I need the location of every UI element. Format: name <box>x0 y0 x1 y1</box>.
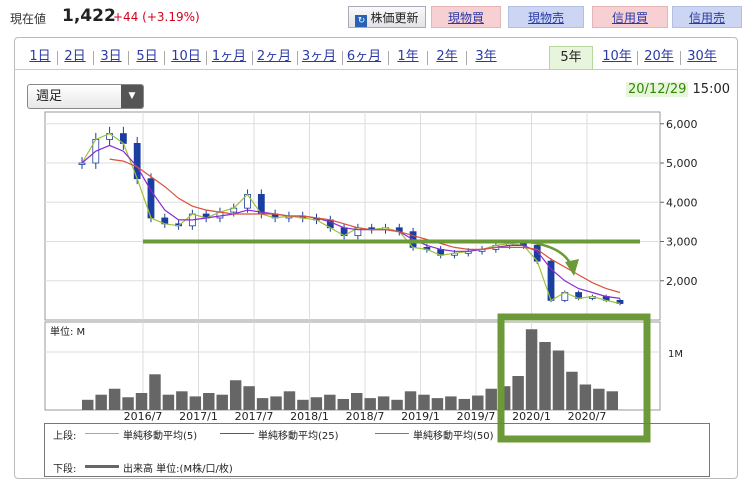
volume-bar <box>135 393 148 410</box>
trend-arrow-annotation <box>519 239 574 269</box>
price-tick-label: 3,000 <box>666 236 698 249</box>
volume-bar <box>324 394 336 410</box>
legend-top-label: 上段: <box>53 431 77 442</box>
volume-bar <box>243 386 255 410</box>
volume-bar <box>458 398 471 410</box>
legend-ma5-label: 単純移動平均(5) <box>123 431 198 442</box>
legend-bottom-label: 下段: <box>53 464 77 475</box>
volume-bar <box>297 399 309 410</box>
volume-bar <box>337 398 349 410</box>
legend-ma50-swatch <box>375 433 409 434</box>
volume-bar <box>95 394 107 410</box>
legend-volume-label: 出来高 単位:(M株/口/枚) <box>123 464 233 475</box>
x-tick-label: 2016/7 <box>124 410 163 423</box>
volume-bar <box>539 342 551 410</box>
legend-volume-swatch <box>85 465 119 468</box>
stock-chart: 6,000 5,000 4,000 3,000 2,000 2016/7 2017/1 20… <box>44 111 698 443</box>
volume-bar <box>310 397 323 410</box>
volume-bar <box>229 380 242 410</box>
legend-ma5-swatch <box>85 433 119 434</box>
price-tick-label: 2,000 <box>666 275 698 288</box>
legend-ma25-swatch <box>220 433 254 434</box>
x-tick-label: 2020/1 <box>512 410 551 423</box>
volume-bar <box>351 393 363 410</box>
volume-bar <box>189 396 202 410</box>
volume-bar <box>108 388 121 410</box>
volume-unit-label: 単位: M <box>50 325 85 338</box>
x-tick-label: 2018/1 <box>290 410 329 423</box>
volume-bar <box>579 384 592 410</box>
volume-bar <box>176 391 188 410</box>
volume-bar <box>431 398 444 410</box>
volume-bar <box>512 376 524 410</box>
volume-bar <box>391 399 403 410</box>
volume-bar <box>404 391 417 410</box>
price-tick-label: 4,000 <box>666 196 698 209</box>
legend-ma50-label: 単純移動平均(50) <box>413 431 494 442</box>
volume-bar <box>525 329 538 410</box>
volume-bar <box>364 398 376 410</box>
volume-bar <box>283 391 296 410</box>
volume-bar <box>445 396 457 410</box>
candle-body <box>78 162 86 165</box>
volume-bar <box>270 396 282 410</box>
x-tick-label: 2018/7 <box>346 410 385 423</box>
legend-ma25-label: 単純移動平均(25) <box>258 431 339 442</box>
volume-bar <box>593 388 605 410</box>
chart-legend: 上段: 単純移動平均(5) 単純移動平均(25) 単純移動平均(50) 下段: … <box>44 423 710 477</box>
volume-bar <box>256 398 269 410</box>
volume-bar <box>122 397 134 410</box>
volume-bar <box>377 396 390 410</box>
x-tick-label: 2017/7 <box>235 410 274 423</box>
volume-bar <box>418 394 430 410</box>
volume-bar <box>216 394 228 410</box>
volume-bar <box>149 374 161 410</box>
volume-bar <box>82 399 94 410</box>
x-tick-label: 2019/1 <box>401 410 440 423</box>
volume-bar <box>552 350 565 410</box>
price-tick-label: 5,000 <box>666 157 698 170</box>
volume-bar <box>472 395 484 410</box>
price-tick-label: 6,000 <box>666 118 698 131</box>
volume-bar <box>485 388 497 410</box>
x-tick-label: 2017/1 <box>179 410 218 423</box>
x-tick-label: 2019/7 <box>457 410 496 423</box>
volume-bar <box>606 391 618 410</box>
x-tick-label: 2020/7 <box>568 410 607 423</box>
volume-bar <box>203 393 215 410</box>
volume-bar <box>162 394 175 410</box>
volume-bar <box>566 371 578 410</box>
volume-tick-label: 1M <box>668 349 683 360</box>
